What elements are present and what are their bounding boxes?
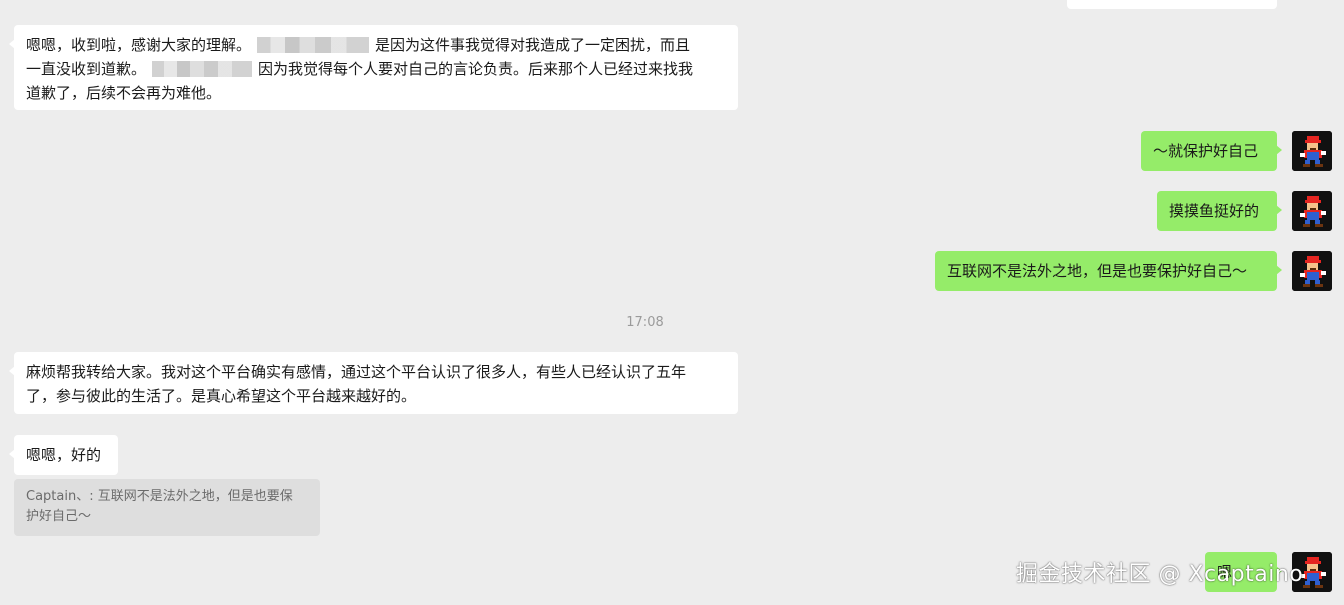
message-text: 摸摸鱼挺好的 [1169, 202, 1260, 220]
message-text: 道歉了，后续不会再为难他。 [26, 84, 222, 102]
mario-avatar-icon [1292, 131, 1332, 171]
mario-avatar-icon [1292, 191, 1332, 231]
message-text: 嗯嗯，好的 [26, 446, 102, 464]
message-text: ～就保护好自己 [1153, 142, 1259, 160]
quoted-message[interactable]: Captain、: 互联网不是法外之地，但是也要保 护好自己～ [14, 479, 320, 536]
user-avatar[interactable] [1292, 191, 1332, 231]
outgoing-message-3[interactable]: 摸摸鱼挺好的 [1157, 191, 1282, 231]
incoming-message-1[interactable]: 嗯嗯，收到啦，感谢大家的理解。 是因为这件事我觉得对我造成了一定困扰，而且 一直没… [9, 25, 738, 110]
outgoing-message-2[interactable]: ～就保护好自己 [1141, 131, 1282, 171]
previous-message-bubble [1067, 0, 1277, 9]
user-avatar[interactable] [1292, 131, 1332, 171]
message-line: 嗯嗯，收到啦，感谢大家的理解。 是因为这件事我觉得对我造成了一定困扰，而且 [26, 33, 726, 57]
watermark: 掘金技术社区 @ Xcaptaino [1016, 562, 1304, 587]
message-text: 了，参与彼此的生活了。是真心希望这个平台越来越好的。 [26, 387, 417, 405]
timestamp: 17:08 [626, 315, 664, 330]
quote-text: 护好自己～ [26, 509, 92, 524]
message-text: 因为我觉得每个人要对自己的言论负责。后来那个人已经过来找我 [258, 60, 694, 78]
message-text: 是因为这件事我觉得对我造成了一定困扰，而且 [375, 36, 691, 54]
message-text: 互联网不是法外之地，但是也要保护好自己～ [947, 262, 1248, 280]
mario-avatar-icon [1292, 251, 1332, 291]
message-text: 一直没收到道歉。 [26, 60, 147, 78]
message-text: 麻烦帮我转给大家。我对这个平台确实有感情，通过这个平台认识了很多人，有些人已经认… [26, 363, 687, 381]
message-text: 嗯嗯，收到啦，感谢大家的理解。 [26, 36, 252, 54]
user-avatar[interactable] [1292, 251, 1332, 291]
redacted-blur [257, 37, 370, 53]
incoming-message-6[interactable]: 嗯嗯，好的 [9, 435, 118, 475]
incoming-message-5[interactable]: 麻烦帮我转给大家。我对这个平台确实有感情，通过这个平台认识了很多人，有些人已经认… [9, 352, 738, 414]
outgoing-message-4[interactable]: 互联网不是法外之地，但是也要保护好自己～ [935, 251, 1282, 291]
quote-text: Captain、: 互联网不是法外之地，但是也要保 [26, 489, 293, 504]
redacted-blur [152, 61, 253, 77]
message-line: 一直没收到道歉。 因为我觉得每个人要对自己的言论负责。后来那个人已经过来找我 [26, 57, 726, 81]
